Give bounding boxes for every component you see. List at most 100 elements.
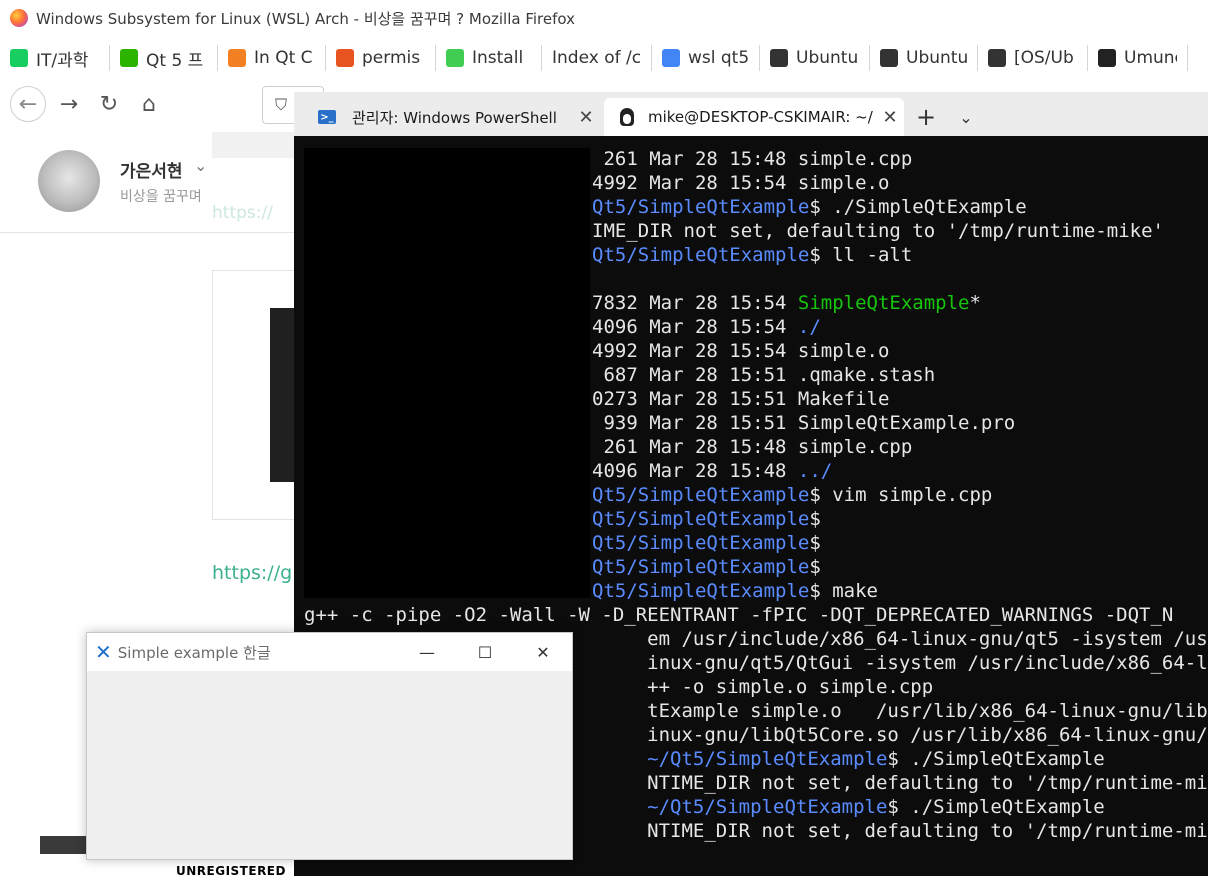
terminal-tab-bar: >_ 관리자: Windows PowerShell ✕ mike@DESKTO…: [294, 92, 1208, 136]
chat-icon: [120, 49, 138, 67]
firefox-icon: [10, 9, 28, 27]
bookmark-item[interactable]: wsl qt5: [652, 45, 760, 71]
tab-label: mike@DESKTOP-CSKIMAIR: ~/: [648, 108, 873, 126]
bookmark-item[interactable]: Qt 5 프: [110, 45, 218, 71]
terminal-line: g++ -c -pipe -O2 -Wall -W -D_REENTRANT -…: [304, 603, 1173, 627]
terminal-segment: 4992 Mar 28 15:54 simple.o: [592, 340, 890, 362]
bookmark-item[interactable]: permis: [326, 45, 436, 71]
terminal-segment: 4992 Mar 28 15:54 simple.o: [592, 172, 890, 194]
terminal-segment: $: [809, 532, 821, 554]
terminal-line: Qt5/SimpleQtExample$: [592, 507, 821, 531]
chevron-down-icon[interactable]: ⌄: [954, 100, 978, 134]
tab-powershell[interactable]: >_ 관리자: Windows PowerShell ✕: [304, 98, 600, 136]
terminal-segment: ./: [797, 316, 821, 338]
qt-window: ✕ Simple example 한글 — ☐ ✕: [86, 632, 573, 860]
terminal-segment: Qt5/SimpleQtExample: [592, 532, 810, 554]
minimize-button[interactable]: —: [398, 633, 456, 671]
close-icon[interactable]: ✕: [876, 107, 904, 128]
ask-icon: [336, 49, 354, 67]
terminal-segment: SimpleQtExample: [797, 292, 970, 314]
terminal-segment: *: [969, 292, 981, 314]
terminal-segment: $ make: [809, 580, 878, 602]
terminal-segment: $ ll -alt: [809, 244, 913, 266]
bookmark-item[interactable]: [OS/Ub: [978, 45, 1088, 71]
terminal-line: 939 Mar 28 15:51 SimpleQtExample.pro: [592, 411, 1015, 435]
shield-icon: ⛉: [275, 95, 288, 114]
ubuntu-dots-icon: [770, 49, 788, 67]
qt-titlebar[interactable]: ✕ Simple example 한글 — ☐ ✕: [87, 633, 572, 671]
terminal-line: 261 Mar 28 15:48 simple.cpp: [592, 147, 912, 171]
terminal-segment: 4096 Mar 28 15:48: [592, 460, 798, 482]
terminal-segment: $ ./SimpleQtExample: [887, 748, 1105, 770]
terminal-line: Qt5/SimpleQtExample$ make: [592, 579, 878, 603]
google-icon: [662, 49, 680, 67]
x-app-icon: ✕: [95, 640, 112, 664]
back-button[interactable]: ←: [10, 86, 46, 122]
terminal-segment: Qt5/SimpleQtExample: [592, 580, 810, 602]
terminal-line: Qt5/SimpleQtExample$: [592, 555, 821, 579]
bookmark-item[interactable]: In Qt C: [218, 45, 326, 71]
bookmark-item[interactable]: Install: [436, 45, 542, 71]
terminal-line: Qt5/SimpleQtExample$ vim simple.cpp: [592, 483, 992, 507]
terminal-segment: IME_DIR not set, defaulting to '/tmp/run…: [592, 220, 1164, 242]
forward-button[interactable]: →: [52, 87, 86, 121]
terminal-line: IME_DIR not set, defaulting to '/tmp/run…: [592, 219, 1164, 243]
terminal-segment: $ ./SimpleQtExample: [809, 196, 1027, 218]
bookmark-label: Umunc: [1124, 48, 1177, 68]
terminal-segment: ~/Qt5/SimpleQtExample: [647, 796, 888, 818]
bookmark-item[interactable]: Index of /c: [542, 45, 652, 71]
window-title: Windows Subsystem for Linux (WSL) Arch -…: [36, 9, 575, 28]
terminal-line: 4992 Mar 28 15:54 simple.o: [592, 171, 889, 195]
faint-link[interactable]: https://: [212, 203, 273, 223]
ubuntu-dots-icon: [880, 49, 898, 67]
home-button[interactable]: ⌂: [132, 87, 166, 121]
terminal-line: 261 Mar 28 15:48 simple.cpp: [592, 435, 912, 459]
bookmark-item[interactable]: Ubuntu: [760, 45, 870, 71]
qt-icon: [446, 49, 464, 67]
close-button[interactable]: ✕: [514, 633, 572, 671]
terminal-segment: Qt5/SimpleQtExample: [592, 556, 810, 578]
close-icon[interactable]: ✕: [572, 107, 600, 128]
bookmark-item[interactable]: Umunc: [1088, 45, 1188, 71]
terminal-line: 4992 Mar 28 15:54 simple.o: [592, 339, 889, 363]
bookmark-item[interactable]: IT/과학: [0, 45, 110, 71]
terminal-line: 7832 Mar 28 15:54 SimpleQtExample*: [592, 291, 981, 315]
redacted-region: [304, 148, 590, 598]
terminal-segment: $ vim simple.cpp: [809, 484, 993, 506]
bookmark-label: Ubuntu: [906, 48, 967, 68]
bookmark-label: Ubuntu: [796, 48, 859, 68]
terminal-segment: Qt5/SimpleQtExample: [592, 196, 810, 218]
terminal-line: Qt5/SimpleQtExample$: [592, 531, 821, 555]
terminal-segment: Qt5/SimpleQtExample: [592, 508, 810, 530]
bookmark-label: [OS/Ub: [1014, 48, 1074, 68]
umunc-icon: [1098, 49, 1116, 67]
powershell-icon: >_: [318, 110, 336, 124]
bookmark-label: permis: [362, 48, 421, 68]
reload-button[interactable]: ↻: [92, 87, 126, 121]
bookmark-item[interactable]: Ubuntu: [870, 45, 978, 71]
avatar[interactable]: [38, 150, 100, 212]
stackoverflow-icon: [228, 49, 246, 67]
terminal-line: 4096 Mar 28 15:48 ../: [592, 459, 832, 483]
bookmark-label: Install: [472, 48, 524, 68]
terminal-line: Qt5/SimpleQtExample$ ll -alt: [592, 243, 912, 267]
terminal-segment: Qt5/SimpleQtExample: [592, 484, 810, 506]
terminal-line: Qt5/SimpleQtExample$ ./SimpleQtExample: [592, 195, 1027, 219]
navigation-toolbar: ← → ↻ ⌂: [0, 80, 300, 128]
terminal-line: 687 Mar 28 15:51 .qmake.stash: [592, 363, 935, 387]
linux-tux-icon: [620, 108, 634, 126]
terminal-segment: ../: [797, 460, 833, 482]
article-link[interactable]: https://g: [212, 562, 292, 584]
bookmark-label: IT/과학: [36, 50, 89, 71]
bookmark-label: wsl qt5: [688, 48, 749, 68]
tab-linux[interactable]: mike@DESKTOP-CSKIMAIR: ~/ ✕: [604, 98, 904, 136]
blog-owner-name[interactable]: 가은서현: [120, 157, 183, 182]
maximize-button[interactable]: ☐: [456, 633, 514, 671]
new-tab-button[interactable]: +: [914, 100, 938, 134]
blog-tagline: 비상을 꿈꾸며: [120, 189, 202, 205]
ubuntu-dots-icon: [988, 49, 1006, 67]
terminal-segment: 687 Mar 28 15:51 .qmake.stash: [592, 364, 936, 386]
bookmark-label: In Qt C: [254, 48, 313, 68]
firefox-titlebar: Windows Subsystem for Linux (WSL) Arch -…: [0, 0, 1208, 36]
chevron-down-icon[interactable]: ⌄: [194, 156, 207, 175]
